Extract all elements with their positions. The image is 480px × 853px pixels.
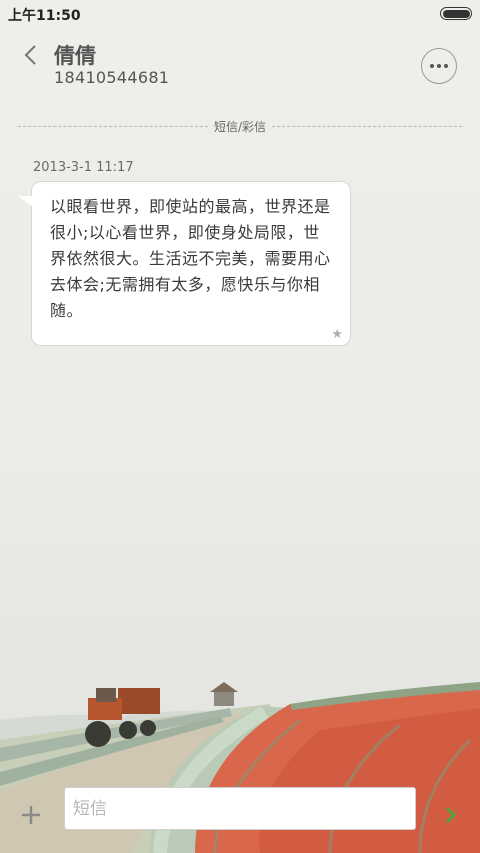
message-timestamp: 2013-3-1 11:17 [33,160,134,175]
message-type-label: 短信/彩信 [213,119,267,134]
conversation-header: 倩倩 18410544681 [0,28,480,108]
message-bubble[interactable]: 以眼看世界，即使站的最高，世界还是很小;以心看世界，即使身处局限，世界依然很大。… [31,181,351,346]
send-icon [446,807,456,823]
message-text: 以眼看世界，即使站的最高，世界还是很小;以心看世界，即使身处局限，世界依然很大。… [50,197,331,320]
status-time: 上午11:50 [8,8,81,24]
message-input-box[interactable] [64,787,416,830]
send-button[interactable] [436,800,466,830]
bubble-tail [18,196,32,206]
contact-number: 18410544681 [54,68,170,87]
battery-icon [440,7,472,20]
contact-name: 倩倩 [54,44,96,68]
plus-icon [22,806,40,824]
message-type-divider: 短信/彩信 [18,117,463,135]
star-icon[interactable]: ★ [331,327,343,342]
more-options-button[interactable] [421,48,457,84]
status-bar: 上午11:50 [0,0,480,28]
message-input[interactable] [73,798,407,819]
more-dots-icon [430,64,434,68]
add-attachment-button[interactable] [16,800,46,830]
chevron-left-icon[interactable] [18,42,42,68]
